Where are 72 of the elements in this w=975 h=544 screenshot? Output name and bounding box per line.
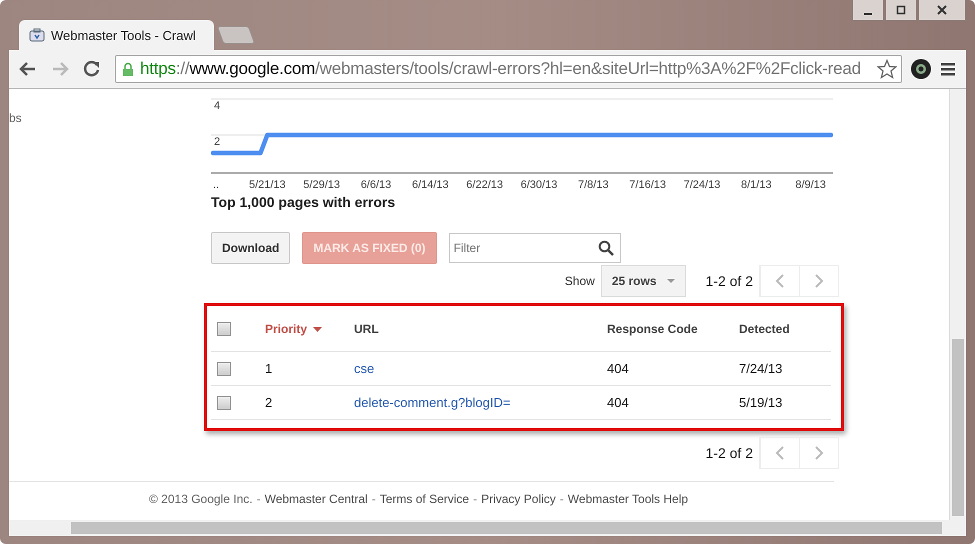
sidebar-text: bs [9,111,22,125]
rows-dropdown[interactable]: 25 rows [600,265,686,297]
x-tick-label: 5/21/13 [248,179,286,189]
x-tick-label: 6/30/13 [520,179,558,189]
close-button[interactable] [918,0,966,21]
footer-link[interactable]: Privacy Policy [481,492,556,506]
footer-link[interactable]: Terms of Service [380,492,470,506]
address-bar[interactable]: https://www.google.com/webmasters/tools/crawl-errors?hl=en&siteUrl=http%3A%2F%2Fclick-read [115,55,902,83]
page-range: 1-2 of 2 [706,445,753,461]
filter-field[interactable]: Filter [448,233,621,263]
x-tick-label: .. [213,179,220,189]
y-tick-label: 2 [214,136,220,148]
footer-separator: - [256,492,261,506]
chevron-right-icon [814,446,824,460]
table-cell: 5/19/13 [739,395,782,410]
x-tick-label: 7/24/13 [684,179,720,189]
row-checkbox[interactable] [217,362,231,376]
column-header[interactable]: URL [354,322,379,336]
extension-icon[interactable] [910,58,932,80]
copyright-text: © 2013 Google Inc. [149,492,253,506]
show-label: Show [564,274,595,288]
footer-link[interactable]: Webmaster Tools Help [568,492,688,506]
x-tick-label: 7/16/13 [629,179,666,189]
x-tick-label: 8/1/13 [741,179,772,189]
star-icon[interactable] [877,59,897,79]
forward-icon[interactable] [51,61,69,77]
url-link[interactable]: cse [354,361,374,376]
chevron-left-icon [775,446,785,460]
table-cell: 404 [607,361,629,376]
toolbox-icon [29,28,45,42]
footer-separator: - [473,492,478,506]
footer-separator: - [372,492,376,506]
x-tick-label: 6/22/13 [466,179,503,189]
maximize-button[interactable] [885,0,917,21]
minimize-button[interactable] [852,0,884,21]
table-cell: 404 [607,395,629,410]
select-all-checkbox[interactable] [217,322,231,336]
maximize-icon [896,5,906,15]
footer-separator: - [560,492,564,506]
x-tick-label: 6/6/13 [360,179,392,189]
caret-icon [666,278,675,284]
chevron-left-icon [775,274,785,288]
lock-icon [122,62,134,76]
table-cell: 1 [265,361,272,376]
horizontal-scrollbar[interactable] [9,520,966,536]
menu-icon[interactable] [940,61,956,77]
back-icon[interactable] [19,61,37,77]
x-tick-label: 5/29/13 [303,179,340,189]
table-cell: 2 [265,395,272,410]
y-tick-label: 4 [214,100,220,112]
search-icon[interactable] [598,240,614,256]
x-tick-label: 8/9/13 [795,179,826,189]
chevron-right-icon [814,274,824,288]
url-link[interactable]: delete-comment.g?blogID= [354,395,510,410]
section-heading: Top 1,000 pages with errors [211,194,396,210]
download-button[interactable]: Download [211,232,290,264]
x-tick-label: 6/14/13 [412,179,449,189]
footer-link[interactable]: Webmaster Central [264,492,368,506]
browser-tab[interactable]: Webmaster Tools - Crawl [19,20,214,50]
x-tick-label: 7/8/13 [578,179,609,189]
sort-arrow-icon [313,326,322,332]
minimize-icon [864,12,872,14]
page-range: 1-2 of 2 [706,273,753,289]
table-cell: 7/24/13 [739,361,782,376]
new-tab-button[interactable] [216,26,256,44]
row-checkbox[interactable] [217,396,231,410]
column-header[interactable]: Response Code [607,322,698,336]
close-icon [937,5,947,15]
vertical-scrollbar[interactable] [949,89,966,520]
column-header[interactable]: Priority [265,322,322,336]
column-header[interactable]: Detected [739,322,790,336]
reload-icon[interactable] [83,60,101,78]
